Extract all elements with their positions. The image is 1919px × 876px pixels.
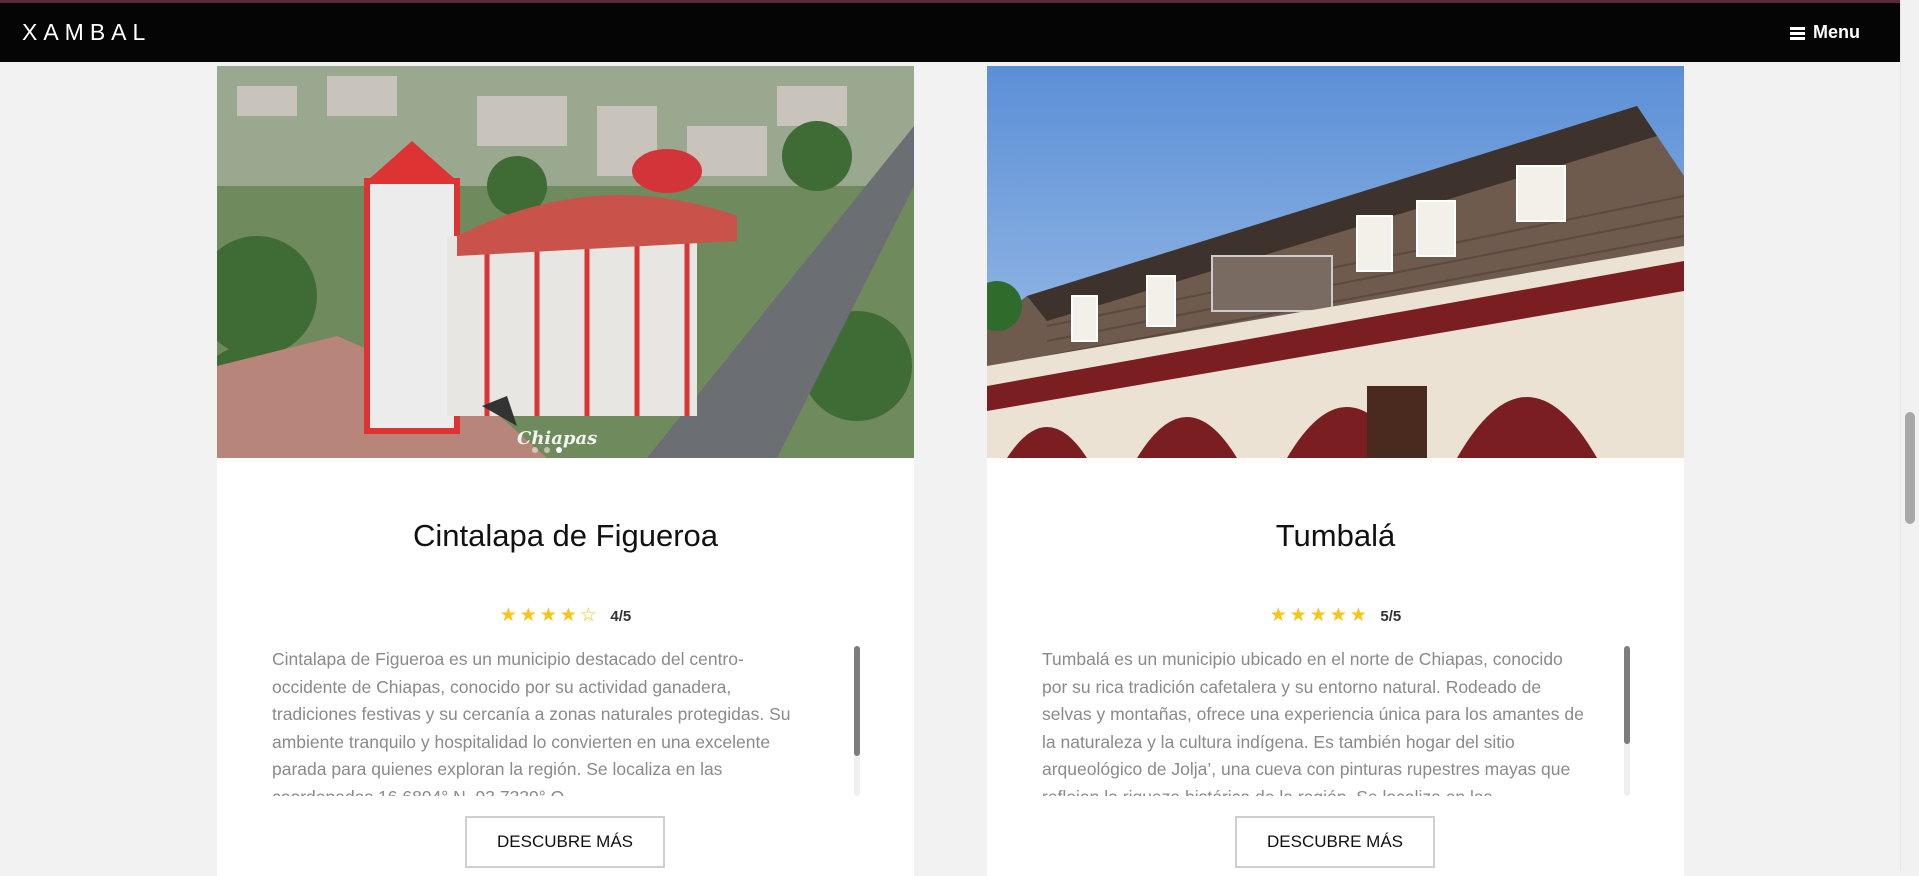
navbar: XAMBAL Menu [0, 0, 1900, 62]
tumbala-image [987, 66, 1684, 458]
rating-score: 4/5 [610, 608, 632, 625]
cintalapa-image: Chiapas [217, 66, 914, 458]
rating: ★★★★☆ 4/5 [217, 604, 914, 627]
description-scrollbox[interactable]: Cintalapa de Figueroa es un municipio de… [272, 646, 860, 796]
card-title: Tumbalá [1275, 518, 1396, 553]
star-rating-icon: ★★★★★ [1269, 605, 1370, 626]
description-scrollbox[interactable]: Tumbalá es un municipio ubicado en el no… [1042, 646, 1630, 796]
card-title: Cintalapa de Figueroa [412, 518, 719, 553]
discover-more-button[interactable]: DESCUBRE MÁS [1235, 816, 1435, 868]
discover-more-button[interactable]: DESCUBRE MÁS [465, 816, 665, 868]
rating-score: 5/5 [1380, 608, 1402, 625]
page-scrollbar[interactable] [1900, 0, 1919, 871]
destination-card-tumbala: Tumbalá ★★★★★ 5/5 Tumbalá es un municipi… [987, 66, 1684, 876]
card-description: Cintalapa de Figueroa es un municipio de… [272, 649, 791, 796]
description-scroll-thumb[interactable] [1624, 646, 1630, 744]
hamburger-icon [1790, 26, 1805, 40]
destination-card-cintalapa: Chiapas Cintalapa de Figueroa ★★★★☆ 4/5 … [217, 66, 914, 876]
description-scrollbar[interactable] [854, 646, 860, 796]
card-description: Tumbalá es un municipio ubicado en el no… [1042, 649, 1584, 796]
description-scroll-thumb[interactable] [854, 646, 860, 756]
watermark-text: Chiapas [517, 428, 597, 449]
menu-button[interactable]: Menu [1790, 22, 1860, 43]
rating: ★★★★★ 5/5 [987, 604, 1684, 627]
description-scrollbar[interactable] [1624, 646, 1630, 796]
page-scroll-thumb[interactable] [1905, 412, 1915, 524]
star-rating-icon: ★★★★☆ [499, 605, 600, 626]
menu-label: Menu [1813, 22, 1860, 42]
brand-logo[interactable]: XAMBAL [22, 19, 151, 46]
